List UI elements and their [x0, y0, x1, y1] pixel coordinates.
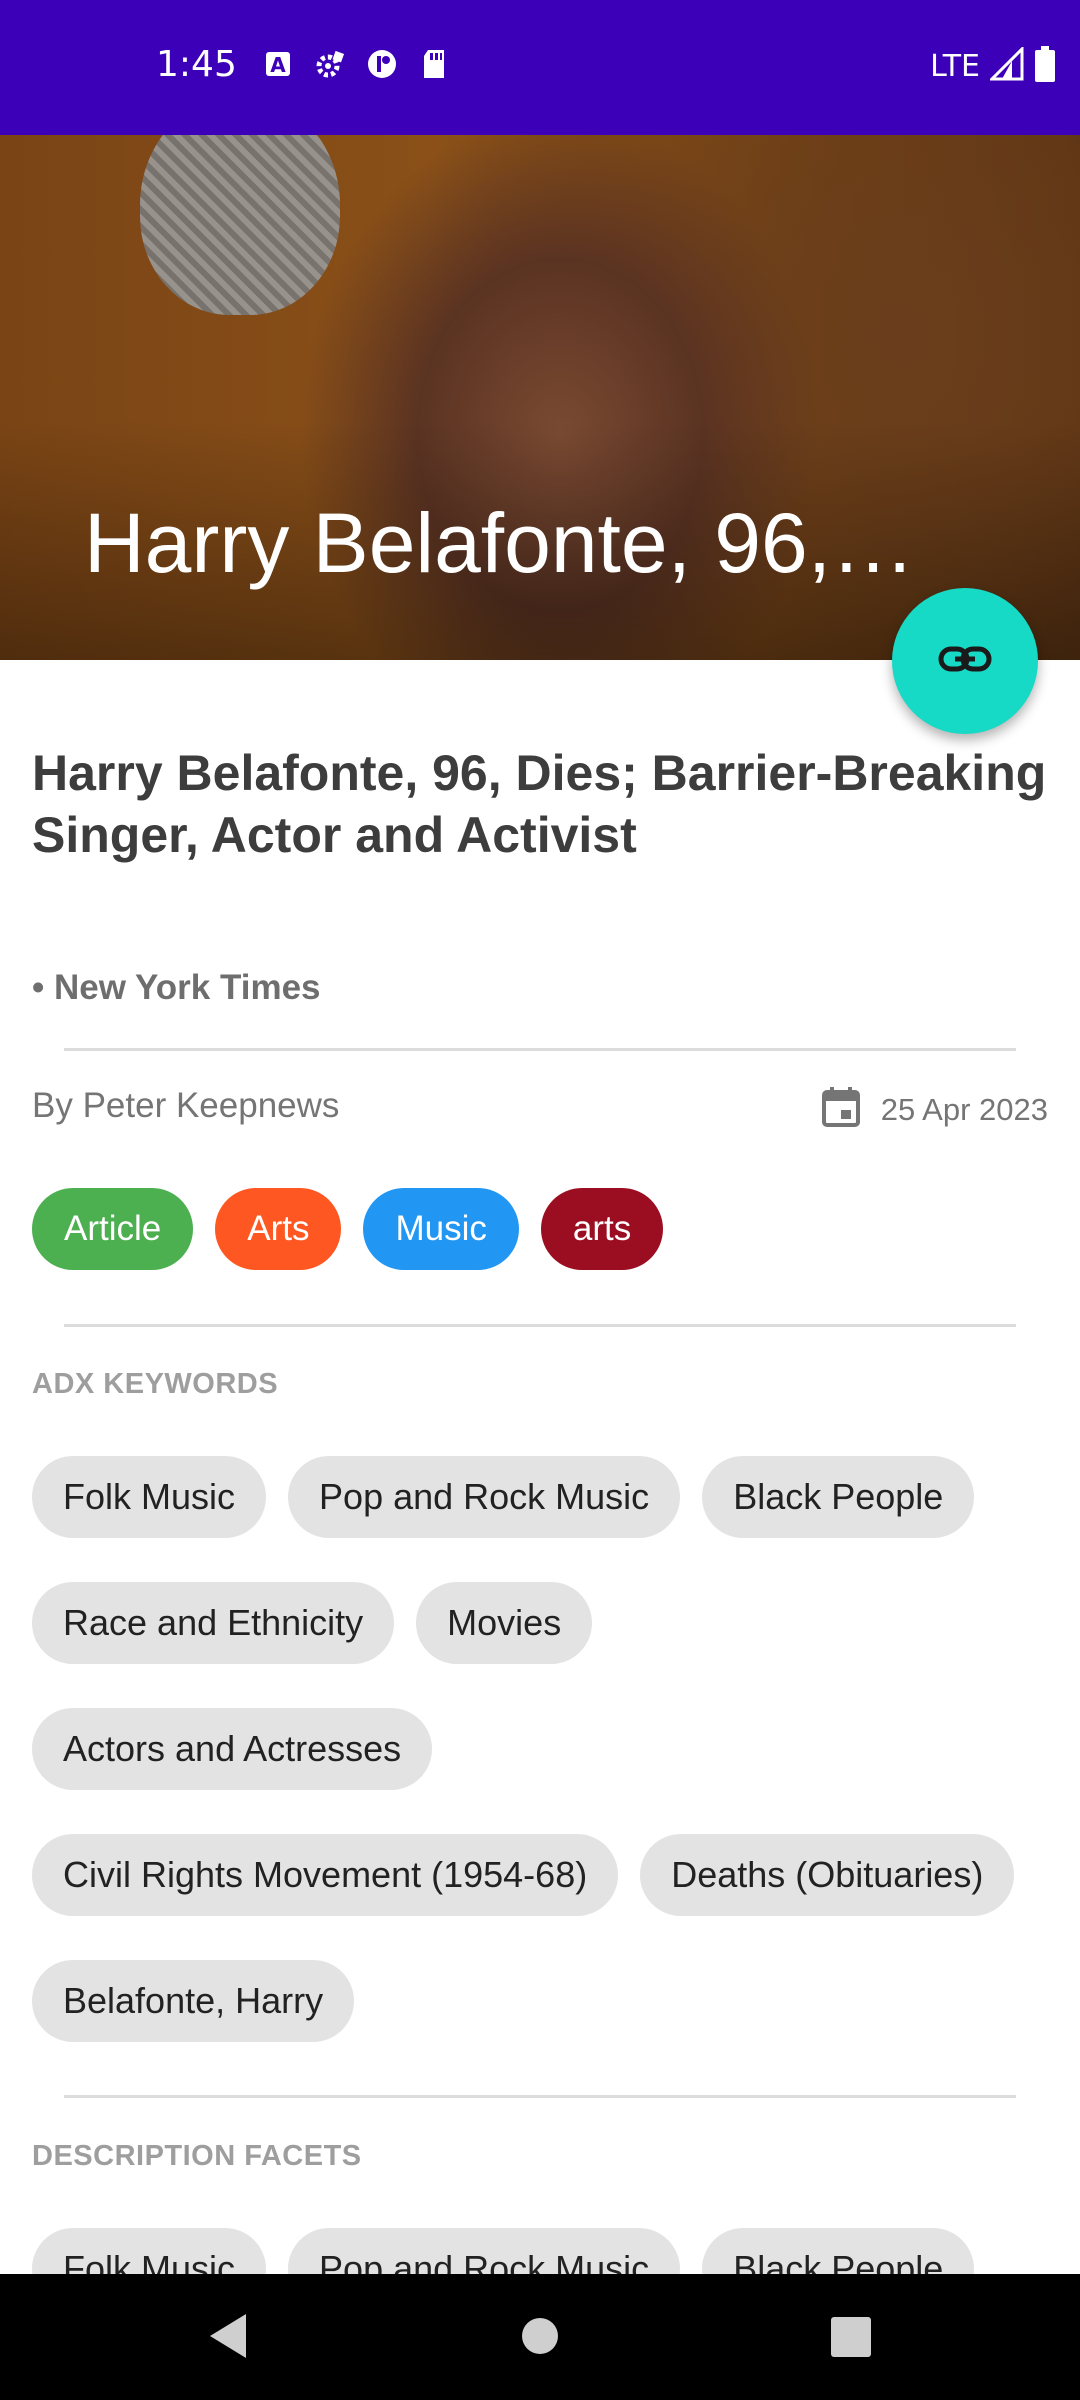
hero-image: Harry Belafonte, 96,…	[0, 135, 1080, 660]
tag-article[interactable]: Article	[32, 1188, 194, 1270]
adx-keywords-label: ADX KEYWORDS	[32, 1368, 279, 1400]
article-byline: By Peter Keepnews	[32, 1086, 340, 1125]
sd-card-icon	[418, 48, 450, 80]
status-time: 1:45	[156, 44, 237, 85]
category-tags: Article Arts Music arts	[32, 1188, 664, 1270]
open-link-button[interactable]	[892, 588, 1038, 734]
keyword-chip[interactable]: Movies	[416, 1582, 593, 1664]
svg-text:A: A	[270, 53, 286, 77]
tag-arts-lowercase[interactable]: arts	[540, 1188, 664, 1270]
keyword-chip[interactable]: Black People	[702, 1456, 975, 1538]
battery-icon	[1034, 46, 1056, 87]
calendar-icon	[821, 1086, 861, 1133]
recents-button[interactable]	[830, 2316, 872, 2363]
notification-icons: A	[262, 48, 450, 80]
keyword-chip[interactable]: Deaths (Obituaries)	[640, 1834, 1015, 1916]
date-text: 25 Apr 2023	[880, 1091, 1048, 1127]
tag-music[interactable]: Music	[363, 1188, 519, 1270]
keyword-chip[interactable]: Folk Music	[32, 1456, 267, 1538]
back-button[interactable]	[204, 2310, 250, 2367]
microphone-image	[140, 135, 340, 315]
gear-notification-icon	[314, 48, 346, 80]
tag-arts[interactable]: Arts	[215, 1188, 342, 1270]
hero-title: Harry Belafonte, 96,…	[84, 496, 916, 590]
signal-icon	[988, 45, 1024, 86]
description-facets-label: DESCRIPTION FACETS	[32, 2140, 362, 2172]
link-icon	[937, 631, 993, 692]
keyword-chip[interactable]: Pop and Rock Music	[288, 1456, 681, 1538]
keyword-chip[interactable]: Civil Rights Movement (1954-68)	[32, 1834, 619, 1916]
divider	[64, 2095, 1016, 2098]
network-type: LTE	[930, 49, 980, 84]
adx-keywords-list: Folk Music Pop and Rock Music Black Peop…	[32, 1456, 1062, 2042]
divider	[64, 1048, 1016, 1051]
keyword-chip[interactable]: Race and Ethnicity	[32, 1582, 395, 1664]
article-date: 25 Apr 2023	[821, 1086, 1048, 1133]
divider	[64, 1324, 1016, 1327]
a-notification-icon: A	[262, 48, 294, 80]
article-source: • New York Times	[32, 968, 321, 1007]
status-right: LTE	[930, 45, 1056, 87]
article-headline: Harry Belafonte, 96, Dies; Barrier-Break…	[32, 745, 1047, 863]
status-bar: 1:45 A LTE	[0, 0, 1080, 135]
home-button[interactable]	[520, 2316, 560, 2361]
keyword-chip[interactable]: Actors and Actresses	[32, 1708, 433, 1790]
circle-notification-icon	[366, 48, 398, 80]
system-navigation-bar	[0, 2274, 1080, 2400]
keyword-chip[interactable]: Belafonte, Harry	[32, 1960, 355, 2042]
